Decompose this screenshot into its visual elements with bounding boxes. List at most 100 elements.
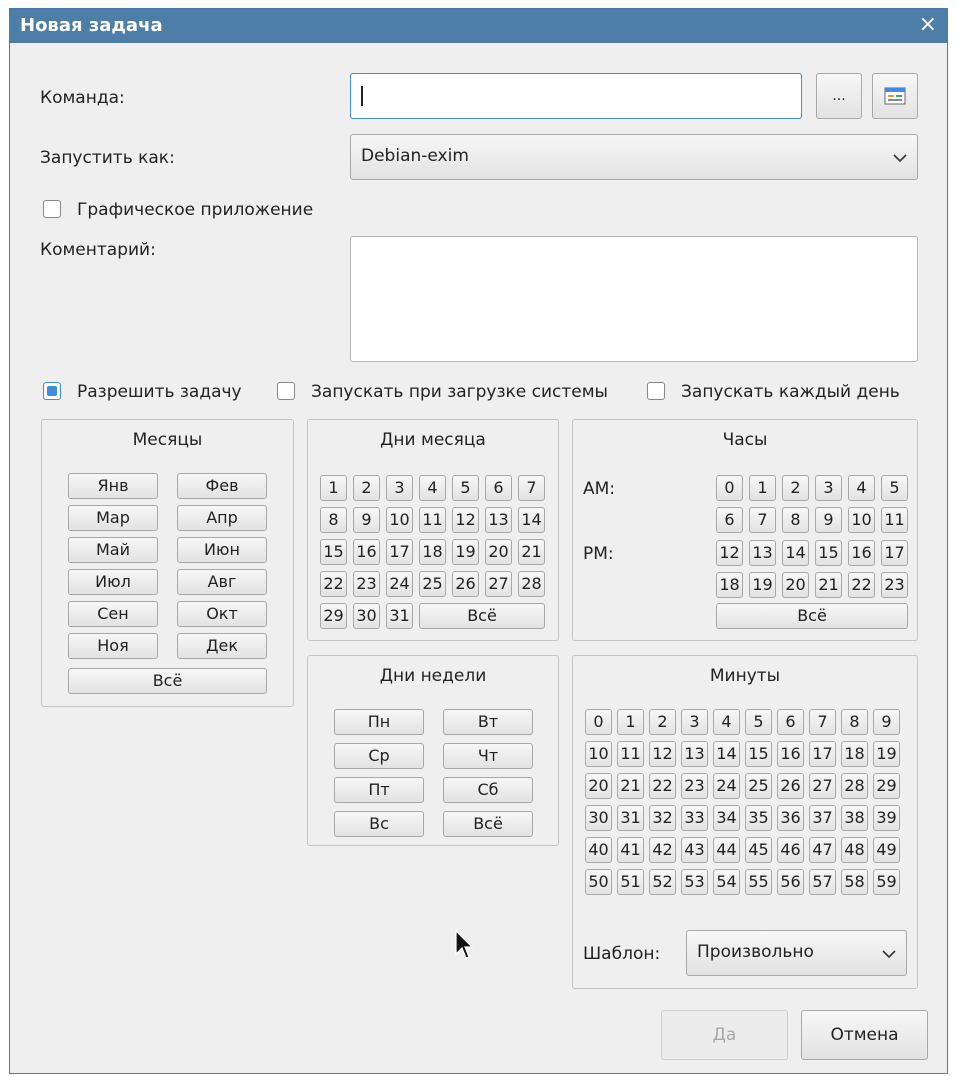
day-of-month-button[interactable]: 1 xyxy=(320,475,347,501)
minute-button[interactable]: 16 xyxy=(777,741,804,767)
hour-button[interactable]: 10 xyxy=(848,507,875,533)
hour-button[interactable]: 6 xyxy=(716,507,743,533)
minute-button[interactable]: 31 xyxy=(617,805,644,831)
hour-button[interactable]: 23 xyxy=(881,572,908,598)
run-on-boot-checkbox[interactable] xyxy=(277,382,295,400)
day-of-month-button[interactable]: 17 xyxy=(386,539,413,565)
day-of-month-button[interactable]: 19 xyxy=(452,539,479,565)
minute-button[interactable]: 29 xyxy=(873,773,900,799)
command-picker-button[interactable] xyxy=(872,73,918,119)
day-of-month-button[interactable]: 31 xyxy=(386,603,413,629)
minute-button[interactable]: 47 xyxy=(809,837,836,863)
minute-button[interactable]: 35 xyxy=(745,805,772,831)
minute-button[interactable]: 9 xyxy=(873,709,900,735)
minute-button[interactable]: 13 xyxy=(681,741,708,767)
comment-textarea[interactable] xyxy=(350,236,918,362)
minute-button[interactable]: 12 xyxy=(649,741,676,767)
enable-task-checkbox[interactable] xyxy=(43,382,61,400)
close-icon[interactable]: × xyxy=(919,13,937,37)
hour-button[interactable]: 16 xyxy=(848,540,875,566)
template-select[interactable]: Произвольно xyxy=(686,930,907,976)
days-of-month-all-button[interactable]: Всё xyxy=(419,603,545,629)
months-all-button[interactable]: Всё xyxy=(68,668,267,694)
minute-button[interactable]: 52 xyxy=(649,869,676,895)
day-of-month-button[interactable]: 3 xyxy=(386,475,413,501)
hours-all-button[interactable]: Всё xyxy=(716,603,908,629)
day-of-month-button[interactable]: 26 xyxy=(452,571,479,597)
day-of-month-button[interactable]: 13 xyxy=(485,507,512,533)
minute-button[interactable]: 26 xyxy=(777,773,804,799)
minute-button[interactable]: 1 xyxy=(617,709,644,735)
hour-button[interactable]: 14 xyxy=(782,540,809,566)
minute-button[interactable]: 22 xyxy=(649,773,676,799)
hour-button[interactable]: 17 xyxy=(881,540,908,566)
run-as-select[interactable]: Debian-exim xyxy=(350,134,918,180)
minute-button[interactable]: 41 xyxy=(617,837,644,863)
minute-button[interactable]: 45 xyxy=(745,837,772,863)
hour-button[interactable]: 22 xyxy=(848,572,875,598)
minute-button[interactable]: 43 xyxy=(681,837,708,863)
minute-button[interactable]: 19 xyxy=(873,741,900,767)
weekday-button[interactable]: Всё xyxy=(443,811,533,837)
hour-button[interactable]: 11 xyxy=(881,507,908,533)
day-of-month-button[interactable]: 15 xyxy=(320,539,347,565)
minute-button[interactable]: 40 xyxy=(585,837,612,863)
day-of-month-button[interactable]: 16 xyxy=(353,539,380,565)
cancel-button[interactable]: Отмена xyxy=(801,1010,928,1060)
minute-button[interactable]: 30 xyxy=(585,805,612,831)
minute-button[interactable]: 8 xyxy=(841,709,868,735)
minute-button[interactable]: 15 xyxy=(745,741,772,767)
hour-button[interactable]: 7 xyxy=(749,507,776,533)
weekday-button[interactable]: Пн xyxy=(334,709,424,735)
minute-button[interactable]: 48 xyxy=(841,837,868,863)
minute-button[interactable]: 46 xyxy=(777,837,804,863)
minute-button[interactable]: 58 xyxy=(841,869,868,895)
day-of-month-button[interactable]: 5 xyxy=(452,475,479,501)
graphic-app-checkbox[interactable] xyxy=(43,200,61,218)
minute-button[interactable]: 25 xyxy=(745,773,772,799)
weekday-button[interactable]: Вт xyxy=(443,709,533,735)
day-of-month-button[interactable]: 30 xyxy=(353,603,380,629)
hour-button[interactable]: 21 xyxy=(815,572,842,598)
minute-button[interactable]: 51 xyxy=(617,869,644,895)
weekday-button[interactable]: Чт xyxy=(443,743,533,769)
day-of-month-button[interactable]: 11 xyxy=(419,507,446,533)
minute-button[interactable]: 24 xyxy=(713,773,740,799)
month-button[interactable]: Сен xyxy=(68,601,158,627)
month-button[interactable]: Окт xyxy=(177,601,267,627)
hour-button[interactable]: 2 xyxy=(782,475,809,501)
minute-button[interactable]: 18 xyxy=(841,741,868,767)
weekday-button[interactable]: Пт xyxy=(334,777,424,803)
minute-button[interactable]: 21 xyxy=(617,773,644,799)
minute-button[interactable]: 54 xyxy=(713,869,740,895)
minute-button[interactable]: 28 xyxy=(841,773,868,799)
day-of-month-button[interactable]: 6 xyxy=(485,475,512,501)
minute-button[interactable]: 10 xyxy=(585,741,612,767)
hour-button[interactable]: 18 xyxy=(716,572,743,598)
run-daily-checkbox[interactable] xyxy=(647,382,665,400)
hour-button[interactable]: 15 xyxy=(815,540,842,566)
day-of-month-button[interactable]: 4 xyxy=(419,475,446,501)
minute-button[interactable]: 23 xyxy=(681,773,708,799)
month-button[interactable]: Апр xyxy=(177,505,267,531)
minute-button[interactable]: 50 xyxy=(585,869,612,895)
day-of-month-button[interactable]: 29 xyxy=(320,603,347,629)
minute-button[interactable]: 5 xyxy=(745,709,772,735)
browse-button[interactable]: ... xyxy=(816,73,862,119)
day-of-month-button[interactable]: 10 xyxy=(386,507,413,533)
day-of-month-button[interactable]: 27 xyxy=(485,571,512,597)
minute-button[interactable]: 0 xyxy=(585,709,612,735)
minute-button[interactable]: 11 xyxy=(617,741,644,767)
minute-button[interactable]: 2 xyxy=(649,709,676,735)
minute-button[interactable]: 7 xyxy=(809,709,836,735)
month-button[interactable]: Янв xyxy=(68,473,158,499)
hour-button[interactable]: 13 xyxy=(749,540,776,566)
day-of-month-button[interactable]: 22 xyxy=(320,571,347,597)
minute-button[interactable]: 53 xyxy=(681,869,708,895)
day-of-month-button[interactable]: 8 xyxy=(320,507,347,533)
minute-button[interactable]: 42 xyxy=(649,837,676,863)
hour-button[interactable]: 9 xyxy=(815,507,842,533)
minute-button[interactable]: 33 xyxy=(681,805,708,831)
hour-button[interactable]: 20 xyxy=(782,572,809,598)
hour-button[interactable]: 8 xyxy=(782,507,809,533)
